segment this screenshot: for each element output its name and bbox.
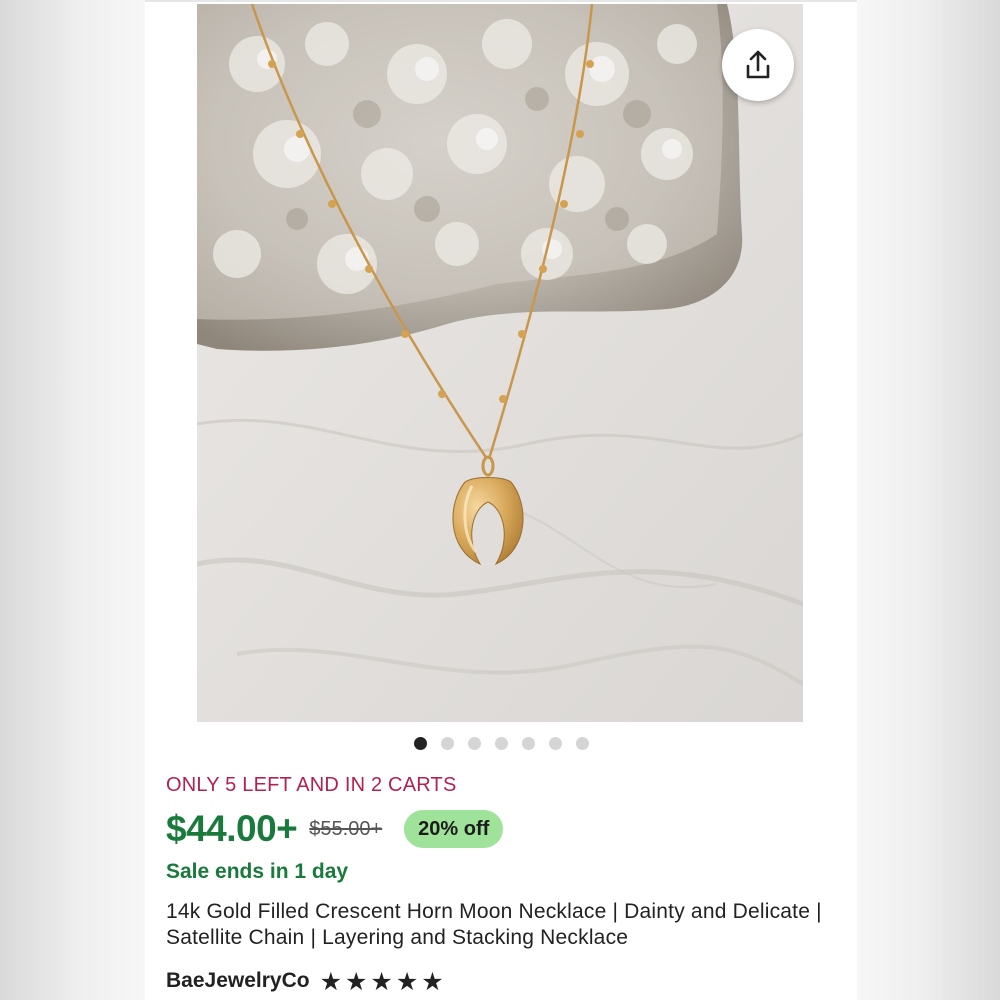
top-divider — [145, 0, 857, 2]
carousel-dot[interactable] — [548, 737, 562, 750]
stock-notice: ONLY 5 LEFT AND IN 2 CARTS — [166, 774, 457, 796]
share-icon — [746, 50, 770, 79]
star-icon: ★ — [345, 966, 368, 996]
original-price: $55.00+ — [309, 817, 383, 840]
carousel-dot[interactable] — [467, 737, 481, 750]
carousel-dot[interactable] — [521, 737, 535, 750]
product-photo[interactable] — [197, 4, 803, 722]
price-row: $44.00+ $55.00+ 20% off — [166, 806, 504, 852]
image-carousel-dots — [145, 737, 857, 751]
carousel-dot[interactable] — [575, 737, 589, 750]
star-icon: ★ — [319, 966, 342, 996]
star-icon: ★ — [370, 966, 393, 996]
star-icon: ★ — [421, 966, 444, 996]
carousel-dot[interactable] — [413, 737, 427, 750]
rating-stars: ★ ★ ★ ★ ★ — [320, 969, 444, 994]
star-icon: ★ — [395, 966, 419, 996]
carousel-dot[interactable] — [440, 737, 454, 750]
listing-title: 14k Gold Filled Crescent Horn Moon Neckl… — [166, 900, 822, 949]
carousel-dot[interactable] — [494, 737, 508, 750]
discount-badge: 20% off — [404, 810, 504, 848]
shop-row[interactable]: BaeJewelryCo ★ ★ ★ ★ ★ — [166, 966, 444, 996]
share-button[interactable] — [722, 29, 794, 101]
shop-name-link[interactable]: BaeJewelryCo — [166, 969, 310, 993]
sale-ends-text: Sale ends in 1 day — [166, 860, 349, 883]
sale-price: $44.00+ — [166, 808, 298, 849]
listing-card: ONLY 5 LEFT AND IN 2 CARTS $44.00+ $55.0… — [145, 0, 857, 1000]
